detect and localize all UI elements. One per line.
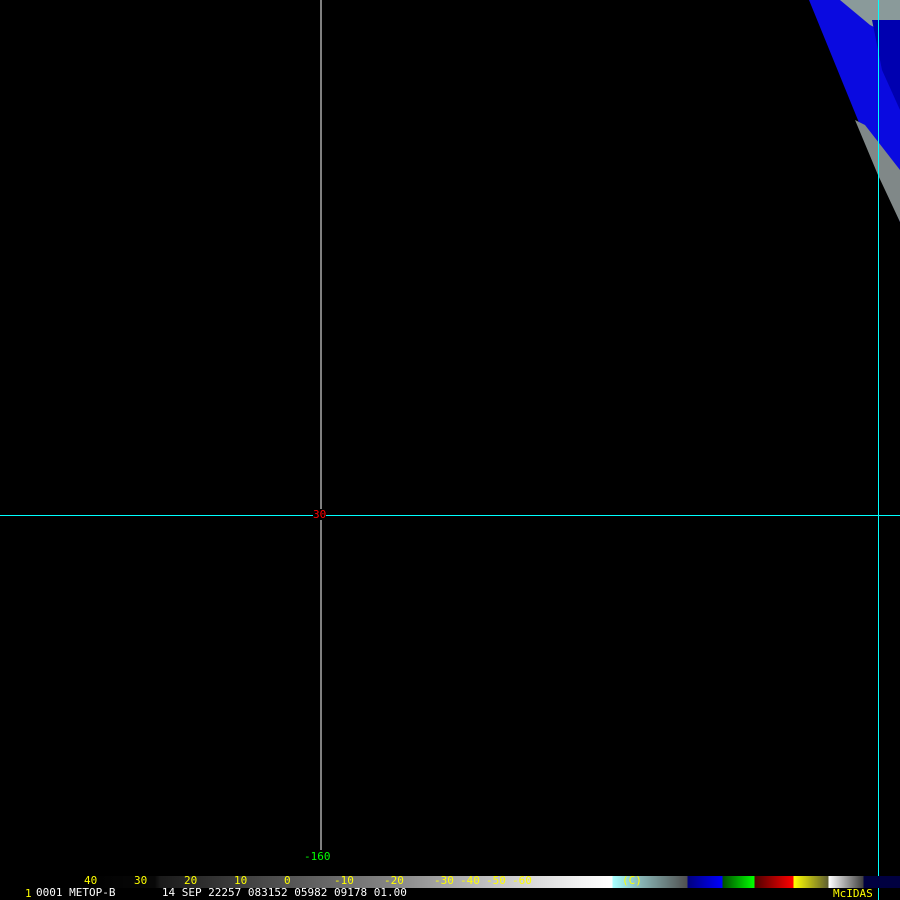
colorbar-tick: -40 [460,874,480,887]
mcidas-brand: McIDAS [833,887,873,900]
longitude-label: -160 [304,850,331,863]
image-info-line: 0001 METOP-B 14 SEP 22257 083152 05982 0… [36,886,407,899]
latitude-label: 30 [313,508,327,521]
frame-number: 1 [25,887,32,900]
colorbar-tick: -60 [512,874,532,887]
satellite-image-viewer: 30 -160 40 30 20 10 0 -10 -20 -30 -40 -5… [0,0,900,900]
colorbar-tick: -50 [486,874,506,887]
colorbar-unit: (C) [622,874,642,887]
colorbar-tick: -30 [434,874,454,887]
satellite-swath [0,0,900,900]
